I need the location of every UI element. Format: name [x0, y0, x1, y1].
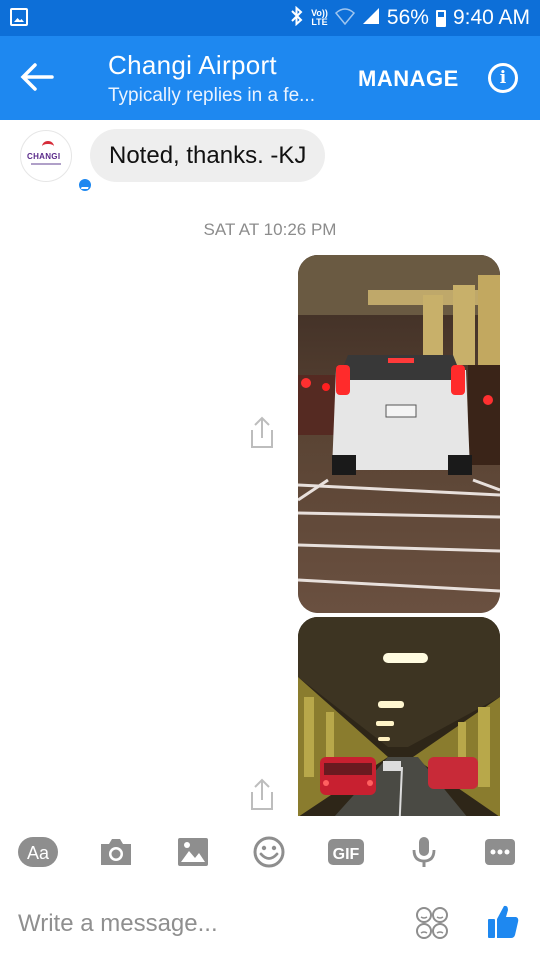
emoji-icon[interactable] [252, 836, 286, 868]
incoming-message-bubble[interactable]: Noted, thanks. -KJ [90, 129, 326, 182]
like-thumb-icon[interactable] [486, 904, 520, 940]
clock: 9:40 AM [452, 6, 530, 29]
aa-label: Aa [27, 843, 50, 863]
battery-icon [435, 9, 446, 27]
changi-logo-swoosh [42, 141, 54, 152]
composer-toolbar: Aa GIF [0, 816, 540, 888]
battery-percent: 56% [386, 6, 429, 29]
photo-car-tunnel[interactable] [298, 255, 500, 613]
avatar[interactable]: CHANGI [20, 130, 93, 193]
share-icon[interactable] [246, 778, 278, 812]
avatar-brand-underline [31, 163, 61, 165]
back-arrow-icon[interactable] [20, 62, 54, 92]
manage-button[interactable]: MANAGE [358, 66, 459, 92]
message-timestamp: SAT AT 10:26 PM [203, 220, 337, 239]
stickers-icon[interactable] [415, 906, 449, 940]
gif-label: GIF [333, 846, 360, 863]
info-icon[interactable]: i [488, 63, 518, 93]
status-icons: Vo)) LTE 56% 9:40 AM [290, 5, 530, 31]
wifi-icon [334, 7, 355, 29]
message-thread[interactable]: CHANGI Noted, thanks. -KJ SAT AT 10:26 P… [0, 120, 540, 816]
avatar-brand-text: CHANGI [27, 152, 61, 161]
conversation-title[interactable]: Changi Airport [108, 50, 277, 81]
camera-icon[interactable] [99, 836, 133, 868]
text-format-button[interactable]: Aa [18, 836, 58, 868]
signal-icon [362, 7, 380, 29]
photo-tunnel-traffic[interactable] [298, 617, 500, 816]
share-icon[interactable] [246, 416, 278, 450]
app-bar: Changi Airport Typically replies in a fe… [0, 36, 540, 120]
gallery-notification-icon [10, 8, 28, 26]
status-bar: Vo)) LTE 56% 9:40 AM [0, 0, 540, 36]
response-time-subtitle: Typically replies in a fe... [108, 85, 315, 106]
composer [0, 888, 540, 960]
volte-icon: Vo)) LTE [311, 8, 328, 27]
bluetooth-icon [290, 5, 304, 30]
gallery-icon[interactable] [176, 836, 210, 868]
messenger-badge-icon [77, 177, 93, 193]
more-icon[interactable] [483, 836, 517, 868]
message-input[interactable] [18, 902, 398, 946]
gif-button[interactable]: GIF [328, 836, 364, 868]
microphone-icon[interactable] [407, 836, 441, 868]
